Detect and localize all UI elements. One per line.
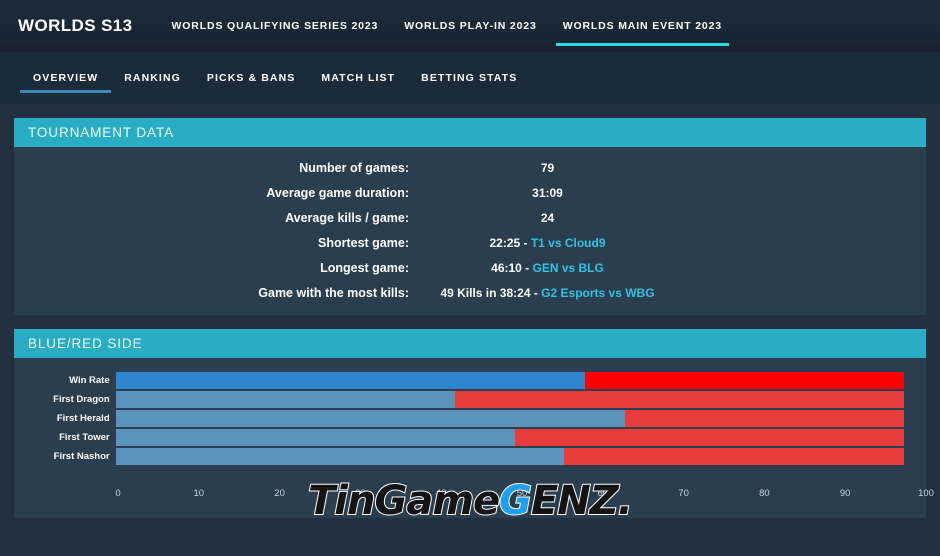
table-row: Game with the most kills: 49 Kills in 38… [14, 280, 926, 305]
chart-bar-track [115, 391, 904, 408]
top-header: WORLDS S13 WORLDS QUALIFYING SERIES 2023… [0, 0, 940, 52]
topnav-item-qualifying[interactable]: WORLDS QUALIFYING SERIES 2023 [159, 0, 392, 52]
row-label: Average kills / game: [285, 210, 409, 225]
row-value: 24 [419, 211, 926, 225]
row-value: 79 [419, 161, 926, 175]
chart-x-tick: 90 [839, 488, 851, 499]
chart-category-label: Win Rate [69, 375, 110, 386]
table-row: Number of games: 79 [14, 155, 926, 180]
chart-bar-row[interactable]: Win Rate [14, 372, 904, 389]
chart-x-tick: 30 [355, 488, 366, 499]
chart-x-tick: 50 [516, 488, 528, 499]
topnav-label: WORLDS QUALIFYING SERIES 2023 [171, 20, 379, 32]
chart-bar-segment-red[interactable] [624, 410, 904, 427]
tab-label: RANKING [124, 72, 181, 84]
tab-picks-and-bans[interactable]: PICKS & BANS [194, 52, 308, 104]
topnav-label: WORLDS MAIN EVENT 2023 [562, 20, 722, 32]
chart-bar-segment-blue[interactable] [115, 391, 455, 408]
row-label: Game with the most kills: [258, 285, 409, 300]
chart-x-tick: 20 [274, 488, 285, 499]
table-row: Average kills / game: 24 [14, 205, 926, 230]
row-label: Longest game: [320, 260, 409, 275]
row-label: Average game duration: [266, 185, 409, 200]
chart-x-tick: 100 [918, 488, 934, 499]
tournament-data-panel: TOURNAMENT DATA Number of games: 79 Aver… [14, 118, 926, 315]
table-row: Shortest game: 22:25 - T1 vs Cloud9 [14, 230, 926, 255]
table-row: Longest game: 46:10 - GEN vs BLG [14, 255, 926, 280]
chart-x-tick: 70 [678, 488, 689, 499]
row-label: Shortest game: [318, 235, 409, 250]
chart-category-label: First Tower [59, 432, 110, 443]
chart-bar-track [115, 372, 904, 389]
chart-bar-track [115, 429, 904, 446]
tournament-data-title: TOURNAMENT DATA [14, 118, 926, 147]
chart-bar-segment-blue[interactable] [115, 448, 565, 465]
row-value-link[interactable]: T1 vs Cloud9 [531, 236, 606, 250]
row-value-text: 22:25 - [489, 235, 531, 250]
topnav-item-playin[interactable]: WORLDS PLAY-IN 2023 [391, 0, 549, 52]
tab-match-list[interactable]: MATCH LIST [308, 52, 408, 104]
topnav-label: WORLDS PLAY-IN 2023 [404, 20, 537, 32]
tab-label: MATCH LIST [321, 72, 396, 84]
blue-red-side-chart: Win Rate First Dragon First Herald First To… [14, 358, 934, 525]
chart-category-label: First Herald [56, 413, 110, 424]
tab-label: BETTING STATS [421, 72, 518, 84]
chart-bar-segment-blue[interactable] [115, 410, 625, 427]
row-value: 22:25 - T1 vs Cloud9 [419, 236, 926, 250]
chart-plot-area: Win Rate First Dragon First Herald First To… [14, 372, 904, 484]
row-value: 46:10 - GEN vs BLG [419, 261, 926, 275]
chart-x-axis: 0 10 20 30 40 50 60 70 80 90 100 [14, 486, 934, 506]
sub-nav: OVERVIEW RANKING PICKS & BANS MATCH LIST… [0, 52, 940, 104]
row-value-link[interactable]: G2 Esports vs WBG [541, 286, 654, 300]
chart-bar-segment-red[interactable] [514, 429, 904, 446]
blue-red-side-title: BLUE/RED SIDE [14, 329, 926, 358]
chart-bar-track [115, 448, 904, 465]
tournament-data-body: Number of games: 79 Average game duratio… [14, 147, 926, 315]
chart-bar-row[interactable]: First Tower [14, 429, 904, 446]
tab-label: OVERVIEW [33, 72, 99, 84]
chart-bar-segment-red[interactable] [564, 448, 904, 465]
tab-label: PICKS & BANS [206, 72, 296, 84]
chart-bar-segment-blue[interactable] [115, 372, 585, 389]
chart-bar-row[interactable]: First Herald [14, 410, 904, 427]
page-content: TOURNAMENT DATA Number of games: 79 Aver… [0, 104, 940, 556]
chart-x-tick: 10 [193, 488, 205, 499]
tab-overview[interactable]: OVERVIEW [20, 52, 112, 104]
blue-red-side-panel: BLUE/RED SIDE Win Rate First Dragon First … [14, 329, 934, 525]
tab-betting-stats[interactable]: BETTING STATS [408, 52, 530, 104]
chart-bar-segment-red[interactable] [584, 372, 904, 389]
top-nav: WORLDS QUALIFYING SERIES 2023 WORLDS PLA… [159, 0, 735, 52]
topnav-item-main-event[interactable]: WORLDS MAIN EVENT 2023 [550, 0, 735, 52]
table-row: Average game duration: 31:09 [14, 180, 926, 205]
chart-bar-row[interactable]: First Nashor [14, 448, 904, 465]
chart-category-label: First Dragon [53, 394, 110, 405]
brand-title: WORLDS S13 [18, 16, 133, 35]
row-value: 49 Kills in 38:24 - G2 Esports vs WBG [419, 286, 926, 300]
row-value-text: 49 Kills in 38:24 - [440, 285, 542, 300]
chart-x-tick: 80 [759, 488, 770, 499]
topnav-underline-active [555, 43, 729, 46]
row-value-text: 24 [540, 210, 555, 225]
chart-x-tick: 60 [597, 488, 609, 499]
row-value: 31:09 [419, 186, 926, 200]
chart-bar-row[interactable]: First Dragon [14, 391, 904, 408]
chart-bar-segment-red[interactable] [454, 391, 904, 408]
row-value-text: 79 [540, 160, 555, 175]
tab-ranking[interactable]: RANKING [111, 52, 194, 104]
row-value-text: 46:10 - [491, 260, 533, 275]
row-value-text: 31:09 [532, 185, 563, 200]
chart-x-tick: 0 [115, 488, 121, 499]
chart-bar-segment-blue[interactable] [115, 429, 515, 446]
chart-category-label: First Nashor [53, 451, 110, 462]
row-label: Number of games: [299, 160, 409, 175]
chart-bar-track [115, 410, 904, 427]
chart-x-tick: 40 [435, 488, 447, 499]
row-value-link[interactable]: GEN vs BLG [533, 261, 604, 275]
tab-underline-active [20, 90, 112, 93]
